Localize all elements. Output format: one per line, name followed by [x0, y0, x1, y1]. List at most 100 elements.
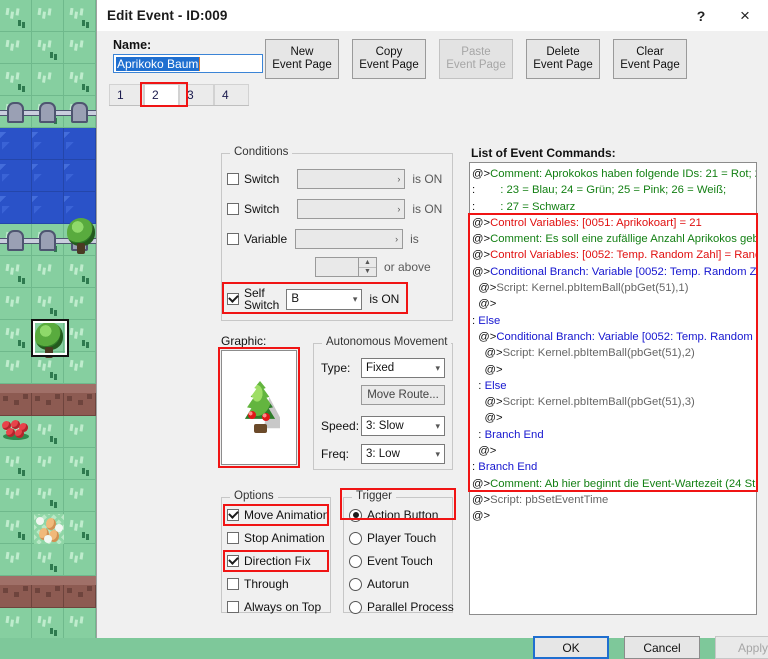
egg-patch-tile[interactable]: [34, 514, 64, 544]
command-line[interactable]: : Branch End: [472, 427, 756, 443]
stepper-up-icon[interactable]: ▲: [359, 258, 376, 268]
command-line[interactable]: @>: [472, 410, 756, 426]
map-tile[interactable]: [32, 576, 64, 608]
map-tile[interactable]: [64, 64, 96, 96]
variable-value-field[interactable]: [316, 258, 358, 276]
map-tile[interactable]: [64, 576, 96, 608]
condition-select-2[interactable]: ›: [297, 199, 406, 219]
map-tile[interactable]: [0, 512, 32, 544]
map-tile[interactable]: [32, 448, 64, 480]
command-line[interactable]: @>Comment: Ab hier beginnt die Event-War…: [472, 476, 756, 492]
map-tile[interactable]: [64, 0, 96, 32]
stepper-down-icon[interactable]: ▼: [359, 268, 376, 277]
apply-button[interactable]: Apply: [715, 636, 768, 659]
condition-select-1[interactable]: ›: [297, 169, 406, 189]
trigger-radio-2[interactable]: [349, 531, 362, 545]
condition-select-3[interactable]: ›: [295, 229, 404, 249]
self-switch-select[interactable]: B ▾: [286, 288, 363, 310]
delete-event-page-button[interactable]: Delete Event Page: [526, 39, 600, 79]
variable-value-stepper[interactable]: ▲ ▼: [315, 257, 377, 277]
map-tile[interactable]: [32, 128, 64, 160]
map-tile[interactable]: [0, 128, 32, 160]
flower-tile[interactable]: [1, 420, 31, 440]
condition-checkbox-1[interactable]: [227, 173, 239, 185]
option-checkbox-2[interactable]: [227, 532, 239, 544]
close-icon[interactable]: ×: [724, 0, 766, 31]
command-line[interactable]: @>Comment: Aprokokos haben folgende IDs:…: [472, 166, 756, 182]
copy-event-page-button[interactable]: Copy Event Page: [352, 39, 426, 79]
command-line[interactable]: @>: [472, 362, 756, 378]
paste-event-page-button[interactable]: Paste Event Page: [439, 39, 513, 79]
map-tile[interactable]: [64, 608, 96, 638]
map-tile[interactable]: [64, 256, 96, 288]
map-tile[interactable]: [0, 320, 32, 352]
map-tile[interactable]: [64, 288, 96, 320]
fence-tile[interactable]: [0, 102, 32, 124]
map-tile[interactable]: [0, 0, 32, 32]
tab-page-1[interactable]: 1: [109, 84, 144, 105]
name-input[interactable]: Aprikoko Baum: [113, 54, 263, 73]
map-tile[interactable]: [32, 544, 64, 576]
command-line[interactable]: : : 27 = Schwarz: [472, 199, 756, 215]
map-tile[interactable]: [32, 32, 64, 64]
command-line[interactable]: @>Conditional Branch: Variable [0052: Te…: [472, 329, 756, 345]
movement-speed-select[interactable]: 3: Slow ▾: [361, 416, 445, 436]
map-tile[interactable]: [32, 192, 64, 224]
command-line[interactable]: : Else: [472, 378, 756, 394]
move-route-button[interactable]: Move Route...: [361, 385, 445, 405]
map-tile[interactable]: [0, 576, 32, 608]
map-tile[interactable]: [32, 64, 64, 96]
command-line[interactable]: @>Script: pbSetEventTime: [472, 492, 756, 508]
command-line[interactable]: @>: [472, 296, 756, 312]
map-tile[interactable]: [64, 416, 96, 448]
cancel-button[interactable]: Cancel: [624, 636, 700, 659]
fence-tile[interactable]: [64, 102, 96, 124]
option-checkbox-3[interactable]: [227, 555, 239, 567]
map-tile[interactable]: [64, 480, 96, 512]
command-line[interactable]: @>Comment: Es soll eine zufällige Anzahl…: [472, 231, 756, 247]
fence-tile[interactable]: [32, 102, 64, 124]
map-tile[interactable]: [0, 64, 32, 96]
tab-page-3[interactable]: 3: [179, 84, 214, 105]
map-tile[interactable]: [0, 32, 32, 64]
map-tile[interactable]: [32, 0, 64, 32]
event-commands-list[interactable]: @>Comment: Aprokokos haben folgende IDs:…: [469, 162, 757, 615]
map-tile[interactable]: [32, 256, 64, 288]
self-switch-checkbox[interactable]: [227, 293, 239, 305]
trigger-radio-1[interactable]: [349, 508, 362, 522]
condition-checkbox-3[interactable]: [227, 233, 239, 245]
command-line[interactable]: @>Script: Kernel.pbItemBall(pbGet(51),3): [472, 394, 756, 410]
map-tile[interactable]: [64, 384, 96, 416]
option-checkbox-5[interactable]: [227, 601, 239, 613]
map-tile[interactable]: [32, 480, 64, 512]
trigger-radio-4[interactable]: [349, 577, 362, 591]
map-tile[interactable]: [0, 544, 32, 576]
map-tile[interactable]: [64, 32, 96, 64]
trigger-radio-5[interactable]: [349, 600, 362, 614]
command-line[interactable]: @>Control Variables: [0051: Aprikokoart]…: [472, 215, 756, 231]
tab-page-2[interactable]: 2: [144, 84, 179, 105]
map-tile[interactable]: [64, 544, 96, 576]
command-line[interactable]: @>: [472, 443, 756, 459]
graphic-preview[interactable]: [221, 350, 297, 465]
command-line[interactable]: : Else: [472, 313, 756, 329]
map-tile[interactable]: [64, 128, 96, 160]
map-tile[interactable]: [0, 192, 32, 224]
tab-page-4[interactable]: 4: [214, 84, 249, 105]
map-tile[interactable]: [32, 608, 64, 638]
help-icon[interactable]: ?: [680, 0, 722, 31]
map-tile[interactable]: [32, 384, 64, 416]
map-tile[interactable]: [0, 352, 32, 384]
map-tile[interactable]: [64, 320, 96, 352]
command-line[interactable]: : Branch End: [472, 459, 756, 475]
map-background[interactable]: [0, 0, 96, 638]
command-line[interactable]: : : 23 = Blau; 24 = Grün; 25 = Pink; 26 …: [472, 182, 756, 198]
option-checkbox-4[interactable]: [227, 578, 239, 590]
clear-event-page-button[interactable]: Clear Event Page: [613, 39, 687, 79]
map-tile[interactable]: [64, 512, 96, 544]
ok-button[interactable]: OK: [533, 636, 609, 659]
map-tile[interactable]: [64, 448, 96, 480]
map-tile[interactable]: [0, 384, 32, 416]
map-tile[interactable]: [64, 352, 96, 384]
command-line[interactable]: @>: [472, 508, 756, 524]
